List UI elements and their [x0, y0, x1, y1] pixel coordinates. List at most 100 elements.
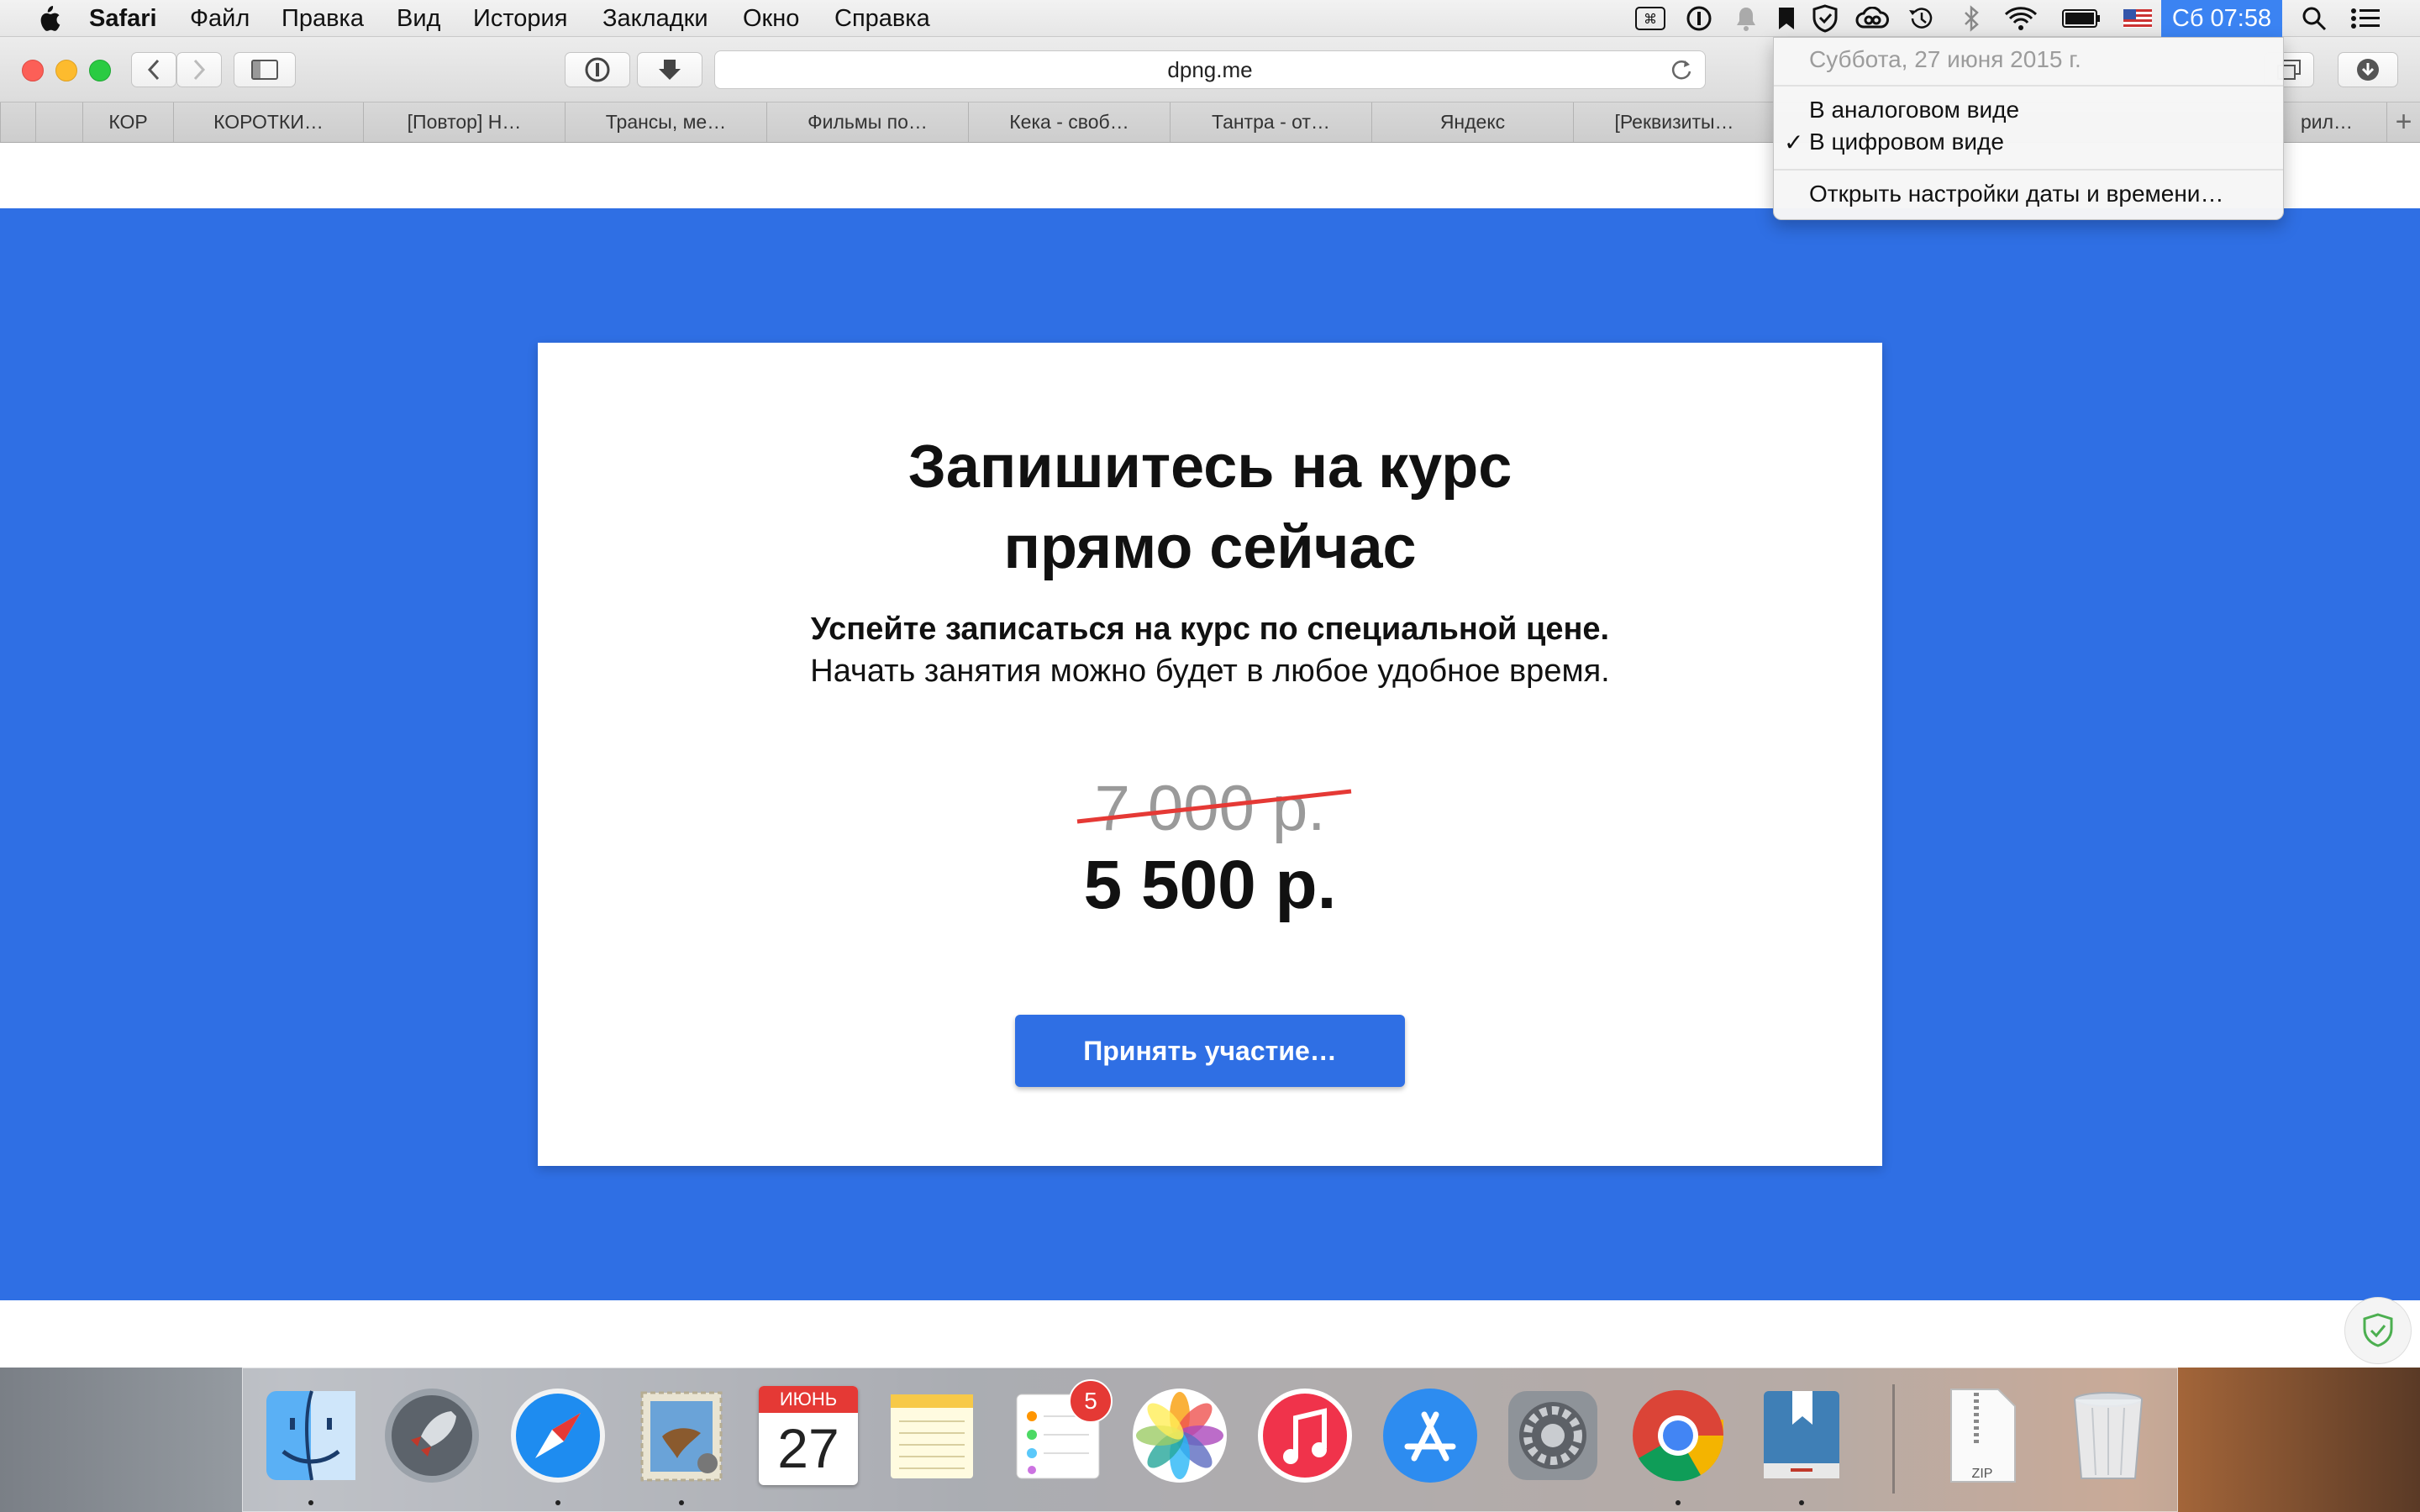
system-preferences-icon[interactable]	[1503, 1386, 1602, 1485]
menu-app-safari[interactable]: Safari	[89, 0, 157, 37]
tab-item[interactable]: [Реквизиты…	[1573, 102, 1775, 142]
security-shield-icon[interactable]	[2344, 1297, 2412, 1364]
keyboard-shortcut-icon[interactable]: ⌘	[1634, 3, 1667, 34]
trash-icon[interactable]	[2059, 1386, 2158, 1485]
menu-edit[interactable]: Правка	[281, 0, 364, 37]
download-circle-icon	[2357, 59, 2379, 81]
finder-icon[interactable]	[261, 1386, 360, 1485]
safari-icon[interactable]	[508, 1386, 608, 1485]
menu-file[interactable]: Файл	[190, 0, 250, 37]
close-window-button[interactable]	[22, 60, 44, 81]
signup-card: Запишитесь на курс прямо сейчас Успейте …	[538, 343, 1882, 1166]
wifi-icon[interactable]	[2002, 3, 2040, 34]
running-indicator	[555, 1500, 560, 1505]
shield-check-icon[interactable]	[1808, 3, 1842, 34]
menu-item-digital[interactable]: В цифровом виде	[1809, 129, 2004, 155]
us-flag-icon[interactable]	[2121, 3, 2154, 34]
zip-archive-icon[interactable]: ZIP	[1933, 1386, 2032, 1485]
menu-view[interactable]: Вид	[397, 0, 440, 37]
menu-bookmarks[interactable]: Закладки	[602, 0, 708, 37]
current-date: Суббота, 27 июня 2015 г.	[1809, 46, 2081, 72]
tab-item[interactable]: Фильмы по…	[766, 102, 968, 142]
zip-label: ZIP	[1971, 1467, 1993, 1481]
new-tab-button[interactable]: +	[2386, 102, 2420, 142]
forward-button[interactable]	[176, 52, 222, 87]
photos-icon[interactable]	[1130, 1386, 1229, 1485]
calendar-day: 27	[777, 1417, 839, 1479]
tab-item[interactable]: Тантра - от…	[1170, 102, 1371, 142]
tab-pinned[interactable]	[35, 102, 82, 142]
notification-bell-icon[interactable]	[1729, 3, 1763, 34]
menu-window[interactable]: Окно	[743, 0, 799, 37]
mail-icon[interactable]	[632, 1386, 731, 1485]
onepassword-extension-button[interactable]	[565, 52, 630, 87]
address-bar[interactable]: dpng.me	[714, 50, 1706, 89]
svg-text:⌘: ⌘	[1644, 13, 1657, 27]
bluetooth-icon[interactable]	[1958, 3, 1985, 34]
running-indicator	[1676, 1500, 1681, 1505]
tab-item[interactable]: Яндекс	[1371, 102, 1573, 142]
chevron-left-icon	[147, 59, 160, 81]
hero-section: Запишитесь на курс прямо сейчас Успейте …	[0, 208, 2420, 1300]
tab-item[interactable]: [Повтор] Н…	[363, 102, 565, 142]
notification-center-icon[interactable]	[2348, 3, 2383, 34]
launchpad-icon[interactable]	[382, 1386, 481, 1485]
tab-item[interactable]: КОРОТКИ…	[173, 102, 363, 142]
join-button[interactable]: Принять участие…	[1015, 1015, 1405, 1087]
tab-item[interactable]: Кека - своб…	[968, 102, 1170, 142]
zoom-window-button[interactable]	[89, 60, 111, 81]
clock-menu-extra[interactable]: Сб 07:58	[2161, 0, 2282, 37]
subtitle-bold: Успейте записаться на курс по специально…	[810, 612, 1610, 647]
menu-help[interactable]: Справка	[834, 0, 930, 37]
notes-icon[interactable]	[882, 1386, 981, 1485]
creative-cloud-icon[interactable]	[1854, 3, 1891, 34]
clock-dropdown-menu: Суббота, 27 июня 2015 г. В аналоговом ви…	[1773, 37, 2284, 220]
dictionary-icon[interactable]	[1752, 1386, 1851, 1485]
menu-item-open-date-settings[interactable]: Открыть настройки даты и времени…	[1809, 181, 2223, 207]
tab-pinned[interactable]	[0, 102, 35, 142]
menu-bar: Safari Файл Правка Вид История Закладки …	[0, 0, 2420, 37]
download-arrow-icon	[659, 60, 681, 80]
spotlight-search-icon[interactable]	[2297, 3, 2331, 34]
menu-history[interactable]: История	[473, 0, 567, 37]
price-strikethrough	[1076, 789, 1352, 824]
menu-separator	[1774, 85, 2283, 87]
calendar-icon[interactable]: ИЮНЬ 27	[759, 1386, 858, 1485]
menu-separator	[1774, 169, 2283, 171]
page-title: Запишитесь на курс прямо сейчас	[538, 427, 1882, 588]
badge-count: 5	[1069, 1379, 1113, 1423]
calendar-month: ИЮНЬ	[759, 1386, 858, 1413]
chrome-icon[interactable]	[1628, 1386, 1728, 1485]
battery-icon[interactable]	[2060, 3, 2102, 34]
minimize-window-button[interactable]	[55, 60, 77, 81]
title-line: Запишитесь на курс	[908, 433, 1512, 501]
sidebar-button[interactable]	[234, 52, 296, 87]
running-indicator	[1799, 1500, 1804, 1505]
app-store-icon[interactable]	[1381, 1386, 1480, 1485]
running-indicator	[308, 1500, 313, 1505]
new-price: 5 500 р.	[1083, 847, 1337, 923]
bookmark-icon[interactable]	[1771, 3, 1802, 34]
subtitle: Начать занятия можно будет в любое удобн…	[810, 654, 1610, 689]
reminders-icon[interactable]: 5	[1008, 1379, 1113, 1485]
download-extension-button[interactable]	[637, 52, 702, 87]
title-line: прямо сейчас	[1003, 514, 1417, 581]
web-content: Запишитесь на курс прямо сейчас Успейте …	[0, 143, 2420, 1368]
itunes-icon[interactable]	[1255, 1386, 1355, 1485]
onepassword-icon	[585, 57, 610, 82]
back-button[interactable]	[131, 52, 176, 87]
address-text: dpng.me	[1167, 57, 1253, 82]
dock-separator	[1892, 1384, 1895, 1494]
running-indicator	[679, 1500, 684, 1505]
checkmark-icon: ✓	[1784, 129, 1804, 155]
menu-item-analog[interactable]: В аналоговом виде	[1809, 97, 2019, 123]
sidebar-icon	[251, 60, 278, 80]
downloads-button[interactable]	[2338, 52, 2398, 87]
time-machine-icon[interactable]	[1904, 3, 1938, 34]
apple-logo-icon[interactable]	[34, 3, 62, 34]
tab-item[interactable]: КОР	[82, 102, 173, 142]
reload-icon[interactable]	[1670, 58, 1693, 81]
onepassword-icon[interactable]	[1682, 3, 1716, 34]
chevron-right-icon	[193, 59, 206, 81]
tab-item[interactable]: Трансы, ме…	[565, 102, 766, 142]
